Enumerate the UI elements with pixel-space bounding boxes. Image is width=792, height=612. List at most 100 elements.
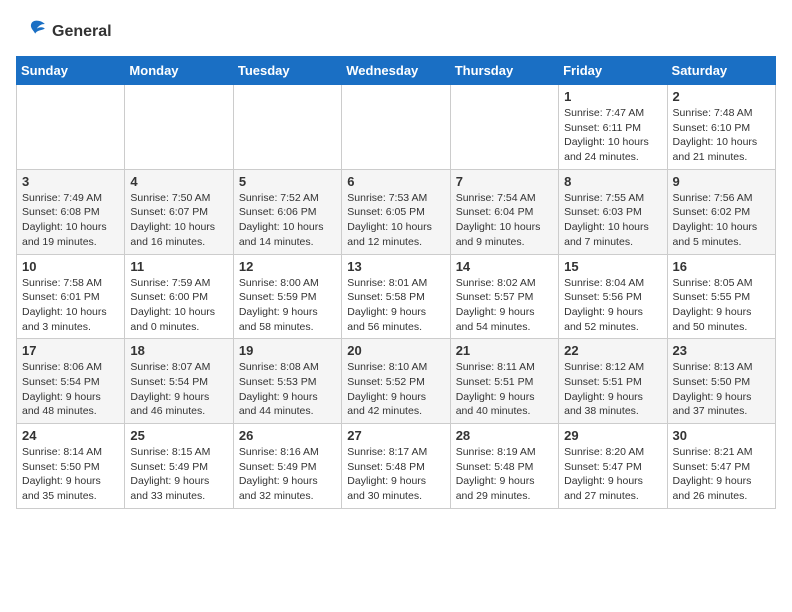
day-info: Sunrise: 8:10 AM Sunset: 5:52 PM Dayligh…	[347, 360, 444, 419]
day-number: 30	[673, 428, 770, 443]
calendar-week-row: 17 Sunrise: 8:06 AM Sunset: 5:54 PM Dayli…	[17, 339, 776, 424]
day-number: 26	[239, 428, 336, 443]
day-number: 3	[22, 174, 119, 189]
calendar-cell: 16Sunrise: 8:05 AM Sunset: 5:55 PM Dayli…	[667, 254, 775, 339]
weekday-header-sunday: Sunday	[17, 57, 125, 85]
calendar-cell: 5 Sunrise: 7:52 AM Sunset: 6:06 PM Daylig…	[233, 169, 341, 254]
day-number: 7	[456, 174, 553, 189]
day-number: 1	[564, 89, 661, 104]
day-number: 24	[22, 428, 119, 443]
logo-bird-icon	[16, 16, 48, 48]
calendar-cell: 17 Sunrise: 8:06 AM Sunset: 5:54 PM Dayli…	[17, 339, 125, 424]
day-info: Sunrise: 8:06 AM Sunset: 5:54 PM Dayligh…	[22, 360, 119, 419]
calendar-cell: 13Sunrise: 8:01 AM Sunset: 5:58 PM Dayli…	[342, 254, 450, 339]
day-number: 4	[130, 174, 227, 189]
day-number: 5	[239, 174, 336, 189]
calendar-cell	[125, 85, 233, 170]
day-info: Sunrise: 7:48 AM Sunset: 6:10 PM Dayligh…	[673, 106, 770, 165]
day-info: Sunrise: 8:21 AM Sunset: 5:47 PM Dayligh…	[673, 445, 770, 504]
calendar-cell: 1 Sunrise: 7:47 AM Sunset: 6:11 PM Daylig…	[559, 85, 667, 170]
day-number: 28	[456, 428, 553, 443]
calendar-cell: 6 Sunrise: 7:53 AM Sunset: 6:05 PM Daylig…	[342, 169, 450, 254]
calendar-cell: 12 Sunrise: 8:00 AM Sunset: 5:59 PM Dayli…	[233, 254, 341, 339]
day-info: Sunrise: 7:54 AM Sunset: 6:04 PM Dayligh…	[456, 191, 553, 250]
calendar-cell: 8 Sunrise: 7:55 AM Sunset: 6:03 PM Daylig…	[559, 169, 667, 254]
calendar-cell: 15Sunrise: 8:04 AM Sunset: 5:56 PM Dayli…	[559, 254, 667, 339]
calendar-week-row: 24 Sunrise: 8:14 AM Sunset: 5:50 PM Dayli…	[17, 424, 776, 509]
day-info: Sunrise: 8:12 AM Sunset: 5:51 PM Dayligh…	[564, 360, 661, 419]
calendar-cell: 20 Sunrise: 8:10 AM Sunset: 5:52 PM Dayli…	[342, 339, 450, 424]
day-info: Sunrise: 8:17 AM Sunset: 5:48 PM Dayligh…	[347, 445, 444, 504]
day-info: Sunrise: 7:58 AM Sunset: 6:01 PM Dayligh…	[22, 276, 119, 335]
calendar-cell: 18Sunrise: 8:07 AM Sunset: 5:54 PM Dayli…	[125, 339, 233, 424]
day-info: Sunrise: 8:16 AM Sunset: 5:49 PM Dayligh…	[239, 445, 336, 504]
day-number: 12	[239, 259, 336, 274]
day-number: 11	[130, 259, 227, 274]
day-info: Sunrise: 8:20 AM Sunset: 5:47 PM Dayligh…	[564, 445, 661, 504]
day-info: Sunrise: 7:53 AM Sunset: 6:05 PM Dayligh…	[347, 191, 444, 250]
calendar-cell: 21 Sunrise: 8:11 AM Sunset: 5:51 PM Dayli…	[450, 339, 558, 424]
day-number: 8	[564, 174, 661, 189]
weekday-header-tuesday: Tuesday	[233, 57, 341, 85]
day-number: 10	[22, 259, 119, 274]
day-info: Sunrise: 7:55 AM Sunset: 6:03 PM Dayligh…	[564, 191, 661, 250]
calendar-cell: 26 Sunrise: 8:16 AM Sunset: 5:49 PM Dayli…	[233, 424, 341, 509]
calendar-cell: 23Sunrise: 8:13 AM Sunset: 5:50 PM Dayli…	[667, 339, 775, 424]
calendar-cell: 28 Sunrise: 8:19 AM Sunset: 5:48 PM Dayli…	[450, 424, 558, 509]
calendar-cell: 30 Sunrise: 8:21 AM Sunset: 5:47 PM Dayli…	[667, 424, 775, 509]
calendar-cell: 19 Sunrise: 8:08 AM Sunset: 5:53 PM Dayli…	[233, 339, 341, 424]
day-number: 14	[456, 259, 553, 274]
day-info: Sunrise: 7:52 AM Sunset: 6:06 PM Dayligh…	[239, 191, 336, 250]
calendar-cell: 11 Sunrise: 7:59 AM Sunset: 6:00 PM Dayli…	[125, 254, 233, 339]
logo: General	[16, 16, 112, 48]
day-number: 18	[130, 343, 227, 358]
day-number: 20	[347, 343, 444, 358]
header: General	[16, 16, 776, 48]
day-info: Sunrise: 7:56 AM Sunset: 6:02 PM Dayligh…	[673, 191, 770, 250]
calendar-cell: 10 Sunrise: 7:58 AM Sunset: 6:01 PM Dayli…	[17, 254, 125, 339]
weekday-header-saturday: Saturday	[667, 57, 775, 85]
weekday-header-row: SundayMondayTuesdayWednesdayThursdayFrid…	[17, 57, 776, 85]
day-info: Sunrise: 8:01 AM Sunset: 5:58 PM Dayligh…	[347, 276, 444, 335]
day-number: 9	[673, 174, 770, 189]
day-number: 29	[564, 428, 661, 443]
day-info: Sunrise: 7:59 AM Sunset: 6:00 PM Dayligh…	[130, 276, 227, 335]
calendar-cell: 2 Sunrise: 7:48 AM Sunset: 6:10 PM Daylig…	[667, 85, 775, 170]
calendar-cell: 3Sunrise: 7:49 AM Sunset: 6:08 PM Daylig…	[17, 169, 125, 254]
day-number: 19	[239, 343, 336, 358]
weekday-header-thursday: Thursday	[450, 57, 558, 85]
calendar-cell: 4 Sunrise: 7:50 AM Sunset: 6:07 PM Daylig…	[125, 169, 233, 254]
day-number: 27	[347, 428, 444, 443]
day-info: Sunrise: 8:14 AM Sunset: 5:50 PM Dayligh…	[22, 445, 119, 504]
weekday-header-monday: Monday	[125, 57, 233, 85]
calendar-cell: 24 Sunrise: 8:14 AM Sunset: 5:50 PM Dayli…	[17, 424, 125, 509]
day-info: Sunrise: 8:04 AM Sunset: 5:56 PM Dayligh…	[564, 276, 661, 335]
day-number: 22	[564, 343, 661, 358]
day-number: 23	[673, 343, 770, 358]
day-info: Sunrise: 8:00 AM Sunset: 5:59 PM Dayligh…	[239, 276, 336, 335]
calendar-cell	[17, 85, 125, 170]
day-number: 16	[673, 259, 770, 274]
day-info: Sunrise: 7:50 AM Sunset: 6:07 PM Dayligh…	[130, 191, 227, 250]
day-info: Sunrise: 8:02 AM Sunset: 5:57 PM Dayligh…	[456, 276, 553, 335]
day-info: Sunrise: 8:19 AM Sunset: 5:48 PM Dayligh…	[456, 445, 553, 504]
calendar-cell: 27 Sunrise: 8:17 AM Sunset: 5:48 PM Dayli…	[342, 424, 450, 509]
page-container: General SundayMondayTuesdayWednesdayThur…	[16, 16, 776, 509]
calendar-cell: 22 Sunrise: 8:12 AM Sunset: 5:51 PM Dayli…	[559, 339, 667, 424]
calendar-cell: 7 Sunrise: 7:54 AM Sunset: 6:04 PM Daylig…	[450, 169, 558, 254]
day-info: Sunrise: 8:08 AM Sunset: 5:53 PM Dayligh…	[239, 360, 336, 419]
calendar-cell: 14 Sunrise: 8:02 AM Sunset: 5:57 PM Dayli…	[450, 254, 558, 339]
day-number: 2	[673, 89, 770, 104]
calendar-week-row: 1 Sunrise: 7:47 AM Sunset: 6:11 PM Daylig…	[17, 85, 776, 170]
day-number: 17	[22, 343, 119, 358]
calendar-cell	[233, 85, 341, 170]
calendar-week-row: 10 Sunrise: 7:58 AM Sunset: 6:01 PM Dayli…	[17, 254, 776, 339]
weekday-header-friday: Friday	[559, 57, 667, 85]
day-number: 6	[347, 174, 444, 189]
day-info: Sunrise: 8:11 AM Sunset: 5:51 PM Dayligh…	[456, 360, 553, 419]
day-number: 21	[456, 343, 553, 358]
calendar-cell: 9 Sunrise: 7:56 AM Sunset: 6:02 PM Daylig…	[667, 169, 775, 254]
calendar-week-row: 3Sunrise: 7:49 AM Sunset: 6:08 PM Daylig…	[17, 169, 776, 254]
day-number: 25	[130, 428, 227, 443]
day-info: Sunrise: 7:47 AM Sunset: 6:11 PM Dayligh…	[564, 106, 661, 165]
